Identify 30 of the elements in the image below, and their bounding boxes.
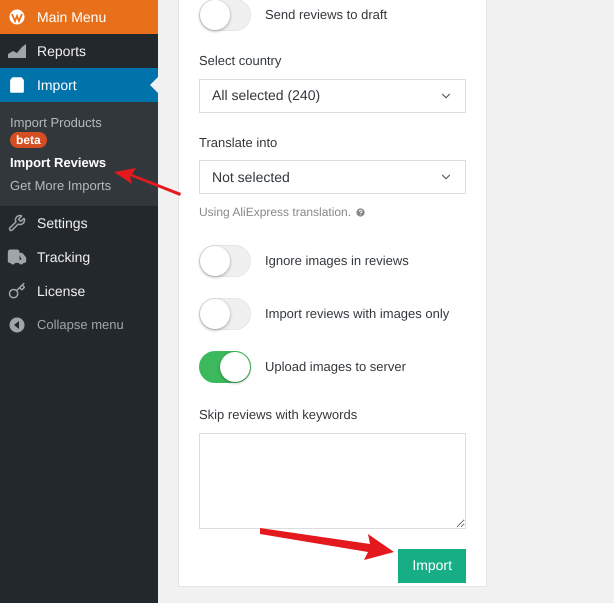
submenu-item[interactable]: Import Reviews: [10, 154, 106, 171]
sidebar-item[interactable]: Settings: [0, 206, 158, 240]
toggle-label: Send reviews to draft: [265, 6, 388, 24]
select-dropdown[interactable]: All selected (240): [199, 78, 466, 112]
sidebar-item[interactable]: Collapse menu: [0, 308, 158, 342]
submenu-item[interactable]: Get More Imports: [10, 177, 112, 194]
chart-icon: [7, 43, 27, 59]
wrench-icon: [8, 214, 26, 232]
sidebar-item[interactable]: License: [0, 274, 158, 308]
sidebar-item[interactable]: Reports: [0, 34, 158, 68]
hint-text: Using AliExpress translation.: [199, 204, 352, 221]
select-dropdown[interactable]: Not selected: [199, 160, 466, 194]
collapse-icon: [9, 317, 25, 333]
toggle-label: Upload images to server: [265, 358, 406, 376]
field-label: Translate into: [199, 134, 278, 152]
submenu-item[interactable]: Import Products: [10, 114, 102, 131]
toggle-label: Ignore images in reviews: [265, 252, 409, 270]
keywords-field[interactable]: [199, 432, 466, 528]
toggle-label: Import reviews with images only: [265, 305, 450, 324]
truck-icon: [7, 247, 27, 267]
beta-badge: beta: [10, 132, 47, 148]
field-label: Skip reviews with keywords: [199, 406, 358, 424]
toggle-switch[interactable]: [199, 351, 251, 383]
logo-icon: [9, 9, 25, 25]
help-icon[interactable]: [355, 206, 366, 218]
current-pointer-icon: [150, 77, 158, 93]
sidebar-item[interactable]: Tracking: [0, 240, 158, 274]
key-icon: [8, 282, 26, 300]
field-label: Select country: [199, 52, 282, 70]
sidebar-item[interactable]: Import: [0, 68, 158, 102]
